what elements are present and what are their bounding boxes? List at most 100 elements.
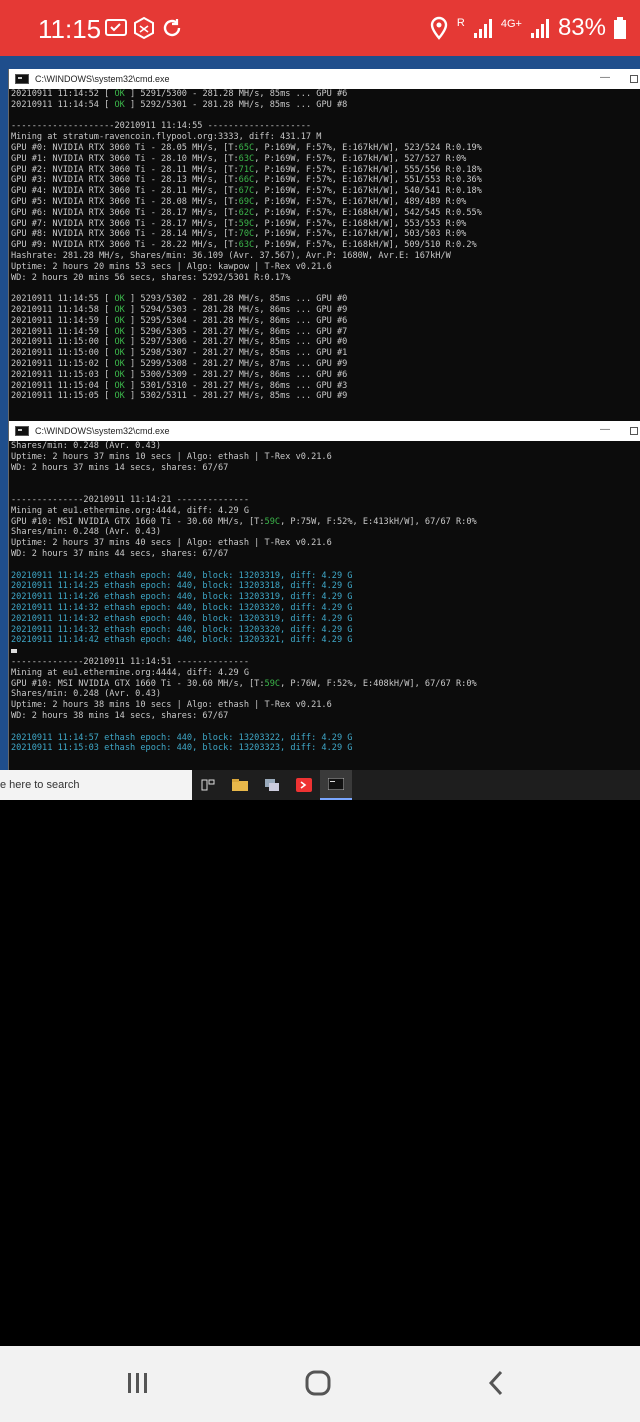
- console-line: Uptime: 2 hours 20 mins 53 secs | Algo: …: [11, 262, 640, 273]
- gpu-info: GPU #9: NVIDIA RTX 3060 Ti - 28.22 MH/s,…: [11, 240, 239, 251]
- cmd-icon: [15, 74, 29, 84]
- gpu-stats: , P:169W, F:57%, E:167kH/W], 489/489 R:0…: [254, 196, 467, 207]
- window-title: C:\WINDOWS\system32\cmd.exe: [35, 74, 170, 84]
- gpu-stats: , P:169W, F:57%, E:167kH/W], 540/541 R:0…: [254, 186, 482, 197]
- network-type: 4G+: [500, 18, 522, 30]
- console-line: [11, 646, 640, 657]
- console-text: Uptime: 2 hours 20 mins 53 secs | Algo: …: [11, 261, 332, 272]
- console-line: GPU #1: NVIDIA RTX 3060 Ti - 28.10 MH/s,…: [11, 154, 640, 165]
- console-text: --------------------20210911 11:14:55 --…: [11, 121, 312, 132]
- console-line: --------------20210911 11:14:21 --------…: [11, 495, 640, 506]
- recent-apps-icon: [128, 1373, 147, 1393]
- console-line: 20210911 11:14:55 [ OK ] 5293/5302 - 281…: [11, 294, 640, 305]
- gpu-temp: 62C: [238, 207, 255, 218]
- console-line: Mining at eu1.ethermine.org:4444, diff: …: [11, 506, 640, 517]
- ethash-job-line: 20210911 11:14:26 ethash epoch: 440, blo…: [11, 592, 353, 603]
- console-line: GPU #10: MSI NVIDIA GTX 1660 Ti - 30.60 …: [11, 679, 640, 690]
- console-line: 20210911 11:14:59 [ OK ] 5295/5304 - 281…: [11, 316, 640, 327]
- console-line: 20210911 11:14:32 ethash epoch: 440, blo…: [11, 603, 640, 614]
- console-line: Uptime: 2 hours 37 mins 10 secs | Algo: …: [11, 452, 640, 463]
- gpu-temp: 66C: [238, 175, 255, 186]
- file-explorer-icon[interactable]: [224, 770, 256, 800]
- home-button[interactable]: [298, 1368, 338, 1398]
- console-line: GPU #4: NVIDIA RTX 3060 Ti - 28.11 MH/s,…: [11, 186, 640, 197]
- console-text: Hashrate: 281.28 MH/s, Shares/min: 36.10…: [11, 250, 451, 261]
- ethash-job-line: 20210911 11:14:42 ethash epoch: 440, blo…: [11, 635, 353, 646]
- home-icon: [305, 1370, 331, 1396]
- share-info: 5301/5310 - 281.27 MH/s, 86ms ... GPU #3: [135, 380, 348, 391]
- ethash-job-line: 20210911 11:14:57 ethash epoch: 440, blo…: [11, 732, 353, 743]
- share-info: 5294/5303 - 281.28 MH/s, 86ms ... GPU #9: [135, 304, 348, 315]
- minimize-icon[interactable]: —: [600, 72, 610, 83]
- console-line: GPU #2: NVIDIA RTX 3060 Ti - 28.11 MH/s,…: [11, 165, 640, 176]
- gpu-temp: 71C: [238, 164, 255, 175]
- console-line: --------------20210911 11:14:51 --------…: [11, 657, 640, 668]
- share-info: 5299/5308 - 281.27 MH/s, 87ms ... GPU #9: [135, 358, 348, 369]
- console-line: Mining at stratum-ravencoin.flypool.org:…: [11, 132, 640, 143]
- console-text: Shares/min: 0.248 (Avr. 0.43): [11, 441, 162, 451]
- gpu-stats: , P:169W, F:57%, E:167kH/W], 555/556 R:0…: [254, 164, 482, 175]
- cmd-taskbar-icon[interactable]: [320, 770, 352, 800]
- remote-app-icon[interactable]: [288, 770, 320, 800]
- console-line: GPU #7: NVIDIA RTX 3060 Ti - 28.17 MH/s,…: [11, 219, 640, 230]
- gpu-info: GPU #5: NVIDIA RTX 3060 Ti - 28.08 MH/s,…: [11, 196, 239, 207]
- log-timestamp: 20210911 11:15:00: [11, 337, 105, 348]
- gpu-temp: 65C: [238, 142, 255, 153]
- network-app-icon[interactable]: [256, 770, 288, 800]
- console-text: Uptime: 2 hours 38 mins 10 secs | Algo: …: [11, 700, 332, 711]
- console-text: WD: 2 hours 37 mins 44 secs, shares: 67/…: [11, 548, 229, 559]
- gpu-stats: , P:169W, F:57%, E:168kH/W], 553/553 R:0…: [254, 218, 467, 229]
- search-placeholder: e here to search: [0, 779, 80, 791]
- taskbar-search[interactable]: e here to search: [0, 770, 192, 800]
- console-line: Uptime: 2 hours 37 mins 40 secs | Algo: …: [11, 538, 640, 549]
- maximize-icon[interactable]: [630, 427, 638, 435]
- gpu-temp: 59C: [264, 516, 281, 527]
- console-line: Hashrate: 281.28 MH/s, Shares/min: 36.10…: [11, 251, 640, 262]
- console-line: 20210911 11:14:26 ethash epoch: 440, blo…: [11, 592, 640, 603]
- gpu-temp: 69C: [238, 196, 255, 207]
- console-line: WD: 2 hours 38 mins 14 secs, shares: 67/…: [11, 711, 640, 722]
- log-timestamp: 20210911 11:15:05: [11, 391, 105, 402]
- gpu-stats: , P:169W, F:57%, E:167kH/W], 503/503 R:0…: [254, 229, 467, 240]
- console-line: WD: 2 hours 20 mins 56 secs, shares: 529…: [11, 273, 640, 284]
- maximize-icon[interactable]: [630, 75, 638, 83]
- ok-status: OK: [109, 294, 131, 305]
- status-right-group: R 4G+ 83%: [429, 14, 626, 42]
- windows-taskbar: e here to search: [0, 770, 640, 800]
- cmd-window-ravencoin[interactable]: C:\WINDOWS\system32\cmd.exe — 20210911 1…: [8, 69, 640, 421]
- log-timestamp: 20210911 11:15:00: [11, 348, 105, 359]
- ethash-job-line: 20210911 11:14:32 ethash epoch: 440, blo…: [11, 613, 353, 624]
- cmd-window-ethash[interactable]: C:\WINDOWS\system32\cmd.exe — Shares/min…: [8, 421, 640, 770]
- ethash-job-line: 20210911 11:15:03 ethash epoch: 440, blo…: [11, 743, 353, 754]
- gpu-temp: 63C: [238, 153, 255, 164]
- console-line: WD: 2 hours 37 mins 14 secs, shares: 67/…: [11, 463, 640, 474]
- console-text: --------------20210911 11:14:51 --------…: [11, 656, 249, 667]
- window-titlebar[interactable]: C:\WINDOWS\system32\cmd.exe —: [9, 421, 640, 441]
- android-status-bar: 11:15 R 4G+ 83%: [0, 0, 640, 56]
- ok-status: OK: [109, 99, 131, 110]
- console-line: Uptime: 2 hours 38 mins 10 secs | Algo: …: [11, 700, 640, 711]
- recent-apps-button[interactable]: [118, 1368, 158, 1398]
- desktop-strip: [0, 56, 640, 70]
- task-view-icon[interactable]: [192, 770, 224, 800]
- console-text: Uptime: 2 hours 37 mins 40 secs | Algo: …: [11, 538, 332, 549]
- log-timestamp: 20210911 11:14:54: [11, 99, 105, 110]
- console-text: Mining at eu1.ethermine.org:4444, diff: …: [11, 505, 249, 516]
- back-button[interactable]: [476, 1368, 516, 1398]
- status-time: 11:15: [38, 14, 102, 44]
- log-timestamp: 20210911 11:15:03: [11, 369, 105, 380]
- gpu-stats: , P:75W, F:52%, E:413kH/W], 67/67 R:0%: [280, 516, 477, 527]
- gpu-info: GPU #1: NVIDIA RTX 3060 Ti - 28.10 MH/s,…: [11, 153, 239, 164]
- window-titlebar[interactable]: C:\WINDOWS\system32\cmd.exe —: [9, 69, 640, 89]
- console-line: 20210911 11:15:04 [ OK ] 5301/5310 - 281…: [11, 381, 640, 392]
- minimize-icon[interactable]: —: [600, 424, 610, 435]
- console-line: Shares/min: 0.248 (Avr. 0.43): [11, 689, 640, 700]
- console-text: Shares/min: 0.248 (Avr. 0.43): [11, 527, 162, 538]
- console-line: 20210911 11:14:57 ethash epoch: 440, blo…: [11, 733, 640, 744]
- console-line: 20210911 11:14:25 ethash epoch: 440, blo…: [11, 571, 640, 582]
- ok-status: OK: [109, 380, 131, 391]
- console-line: --------------------20210911 11:14:55 --…: [11, 121, 640, 132]
- console-line: GPU #9: NVIDIA RTX 3060 Ti - 28.22 MH/s,…: [11, 240, 640, 251]
